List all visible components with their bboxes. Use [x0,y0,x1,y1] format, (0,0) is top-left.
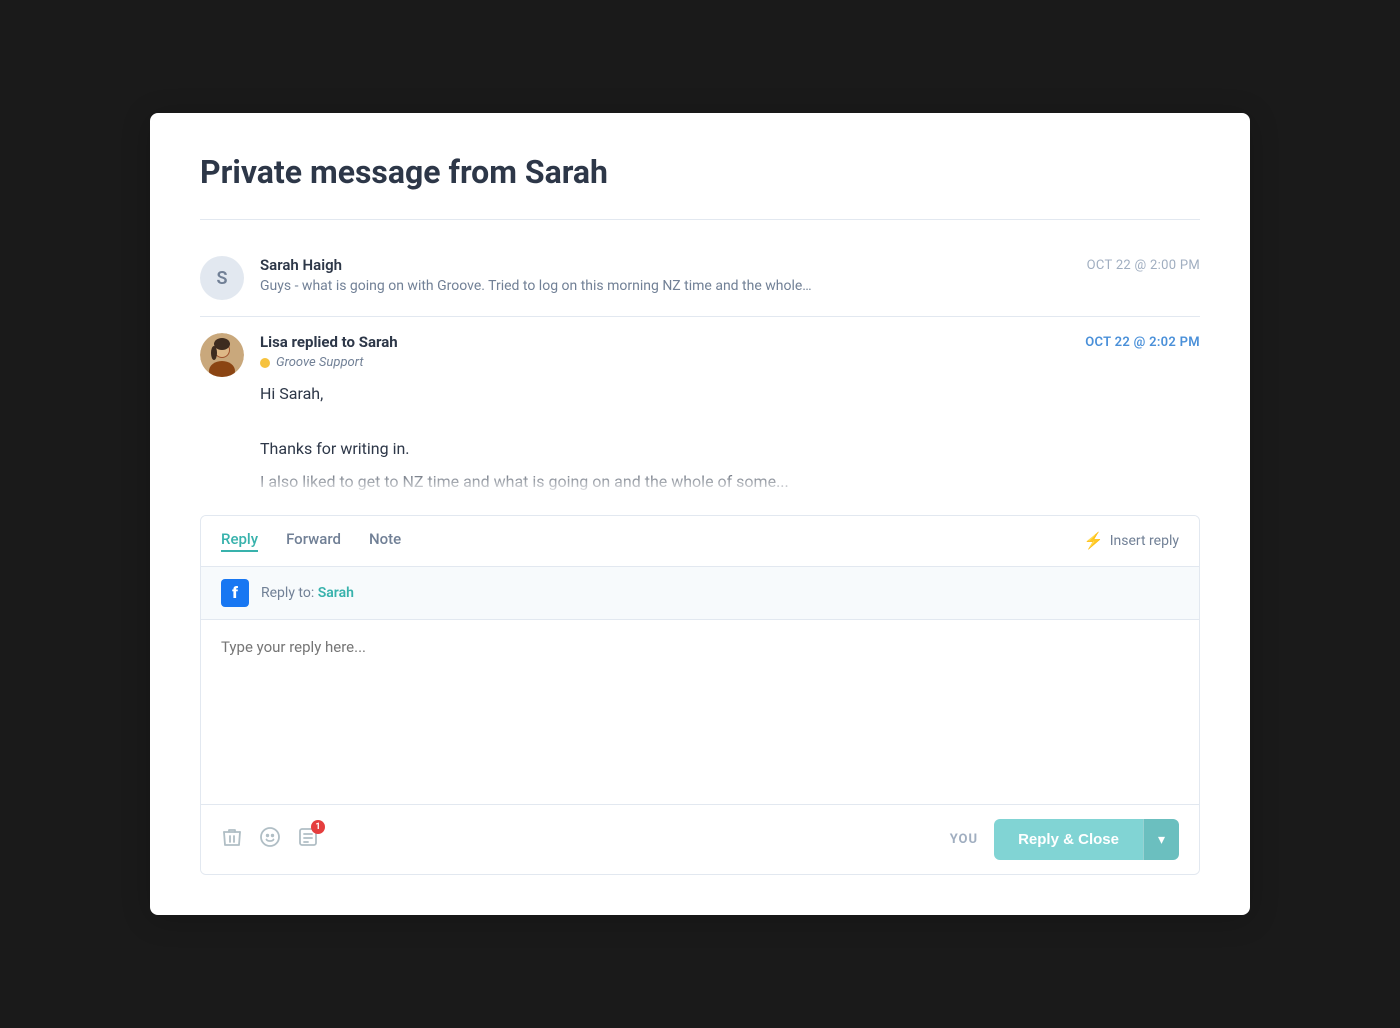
facebook-icon: f [221,579,249,607]
footer-icons: 1 [221,826,319,853]
sender-name-lisa: Lisa replied to Sarah [260,333,398,351]
insert-reply-label: Insert reply [1110,533,1179,549]
you-label: YOU [950,832,978,847]
body-truncated-text: I also liked to get to NZ time and what … [260,468,1200,495]
avatar-letter-sarah: S [217,268,228,289]
message-row-lisa: Lisa replied to Sarah OCT 22 @ 2:02 PM G… [200,317,1200,495]
reply-tabs-bar: Reply Forward Note ⚡ Insert reply [201,516,1199,567]
message-header-lisa: Lisa replied to Sarah OCT 22 @ 2:02 PM [260,333,1200,351]
body-line2: Thanks for writing in. [260,435,1200,462]
title-divider [200,219,1200,220]
lightning-icon: ⚡ [1084,531,1104,550]
reply-close-dropdown-button[interactable]: ▾ [1143,819,1179,860]
insert-reply-button[interactable]: ⚡ Insert reply [1084,531,1179,550]
avatar-sarah: S [200,256,244,300]
reply-box: Reply Forward Note ⚡ Insert reply f Repl… [200,515,1200,875]
trash-icon[interactable] [221,826,243,853]
tab-note[interactable]: Note [369,530,401,552]
emoji-icon[interactable] [259,826,281,853]
chevron-down-icon: ▾ [1158,831,1165,847]
tab-forward[interactable]: Forward [286,530,341,552]
avatar-lisa [200,333,244,377]
reply-to-text: Reply to: Sarah [261,585,354,601]
reply-and-close-button[interactable]: Reply & Close [994,819,1143,860]
channel-badge: Groove Support [260,355,1200,370]
fb-letter: f [232,583,238,602]
message-row-sarah: S Sarah Haigh OCT 22 @ 2:00 PM Guys - wh… [200,240,1200,317]
message-body-lisa: Hi Sarah, Thanks for writing in. [260,380,1200,462]
reply-footer: 1 YOU Reply & Close ▾ [201,804,1199,874]
reply-to-name: Sarah [318,585,354,601]
canned-badge: 1 [311,820,325,834]
channel-dot [260,358,270,368]
private-message-modal: Private message from Sarah S Sarah Haigh… [150,113,1250,915]
timestamp-lisa: OCT 22 @ 2:02 PM [1085,335,1200,350]
message-body-truncated: I also liked to get to NZ time and what … [260,468,1200,495]
reply-to-bar: f Reply to: Sarah [201,567,1199,620]
message-header-sarah: Sarah Haigh OCT 22 @ 2:00 PM [260,256,1200,274]
reply-close-button-group: Reply & Close ▾ [994,819,1179,860]
message-preview-sarah: Guys - what is going on with Groove. Tri… [260,278,1200,294]
modal-title: Private message from Sarah [200,153,1200,191]
message-content-lisa: Lisa replied to Sarah OCT 22 @ 2:02 PM G… [260,333,1200,495]
message-content-sarah: Sarah Haigh OCT 22 @ 2:00 PM Guys - what… [260,256,1200,294]
canned-response-icon[interactable]: 1 [297,826,319,853]
sender-name-sarah: Sarah Haigh [260,256,342,274]
reply-to-label: Reply to: [261,585,314,601]
channel-name: Groove Support [276,355,363,370]
body-line1: Hi Sarah, [260,380,1200,407]
tab-reply[interactable]: Reply [221,530,258,552]
reply-textarea[interactable] [201,620,1199,800]
timestamp-sarah: OCT 22 @ 2:00 PM [1087,258,1200,273]
